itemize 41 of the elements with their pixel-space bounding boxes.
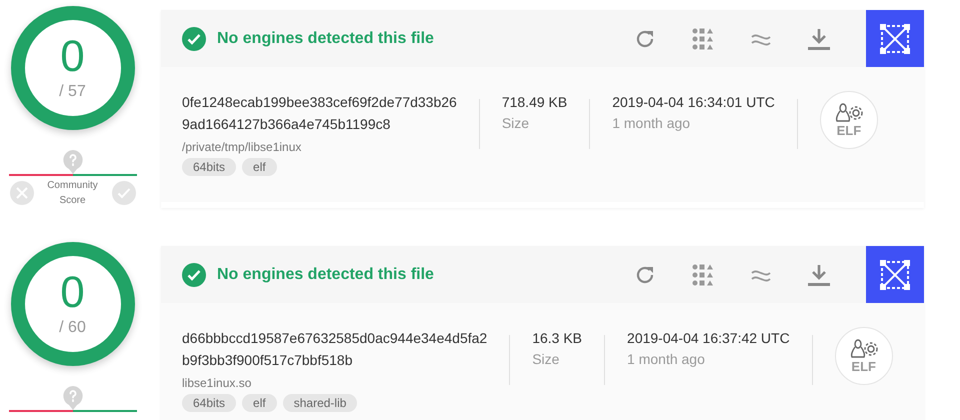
shapes-grid-icon[interactable] <box>691 264 715 286</box>
graph-button[interactable] <box>866 246 924 303</box>
file-path: libse1inux.so <box>182 376 252 390</box>
community-score-label: Community Score <box>46 179 99 208</box>
file-tag[interactable]: elf <box>242 158 277 176</box>
engine-total: / 57 <box>59 83 86 101</box>
file-tag[interactable]: elf <box>242 394 277 412</box>
file-tag[interactable]: 64bits <box>182 394 236 412</box>
check-circle-icon <box>182 26 206 50</box>
check-circle-icon <box>182 262 206 286</box>
approx-icon[interactable] <box>750 32 772 46</box>
size-label: Size <box>532 351 560 367</box>
scan-age: 1 month ago <box>627 351 706 367</box>
graph-icon <box>879 22 911 54</box>
shapes-grid-icon[interactable] <box>691 28 715 50</box>
file-type-badge: ELF <box>834 327 893 385</box>
file-path: /private/tmp/libse1inux <box>182 140 302 154</box>
question-marker-icon <box>62 386 82 410</box>
detection-status: No engines detected this file <box>217 266 434 284</box>
file-size: 16.3 KB <box>532 330 582 346</box>
question-marker-icon <box>62 150 82 174</box>
download-icon[interactable] <box>807 262 831 286</box>
detection-status: No engines detected this file <box>217 30 434 48</box>
scan-age: 1 month ago <box>612 115 692 131</box>
approx-icon[interactable] <box>750 268 772 282</box>
file-tag[interactable]: shared-lib <box>282 394 358 412</box>
file-tag[interactable]: 64bits <box>182 158 236 176</box>
engine-total: / 60 <box>59 319 86 337</box>
graph-icon <box>879 258 911 290</box>
check-icon[interactable] <box>112 181 136 205</box>
detection-count: 0 <box>60 35 85 79</box>
scan-date: 2019-04-04 16:34:01 UTC <box>612 94 775 110</box>
file-size: 718.49 KB <box>502 94 568 110</box>
detection-count: 0 <box>60 271 85 315</box>
scan-date: 2019-04-04 16:37:42 UTC <box>627 330 790 346</box>
file-type-badge: ELF <box>820 91 878 149</box>
file-hash: d66bbbccd19587e67632585d0ac944e34e4d5fa2 b9f3bb3f900f517c7bbf518b <box>182 329 488 370</box>
file-hash: 0fe1248ecab199bee383cef69f2de77d33b26 9ad1664127b366a4e745b1199c8 <box>182 93 457 134</box>
size-label: Size <box>502 115 530 131</box>
graph-button[interactable] <box>866 10 924 67</box>
download-icon[interactable] <box>807 26 831 50</box>
